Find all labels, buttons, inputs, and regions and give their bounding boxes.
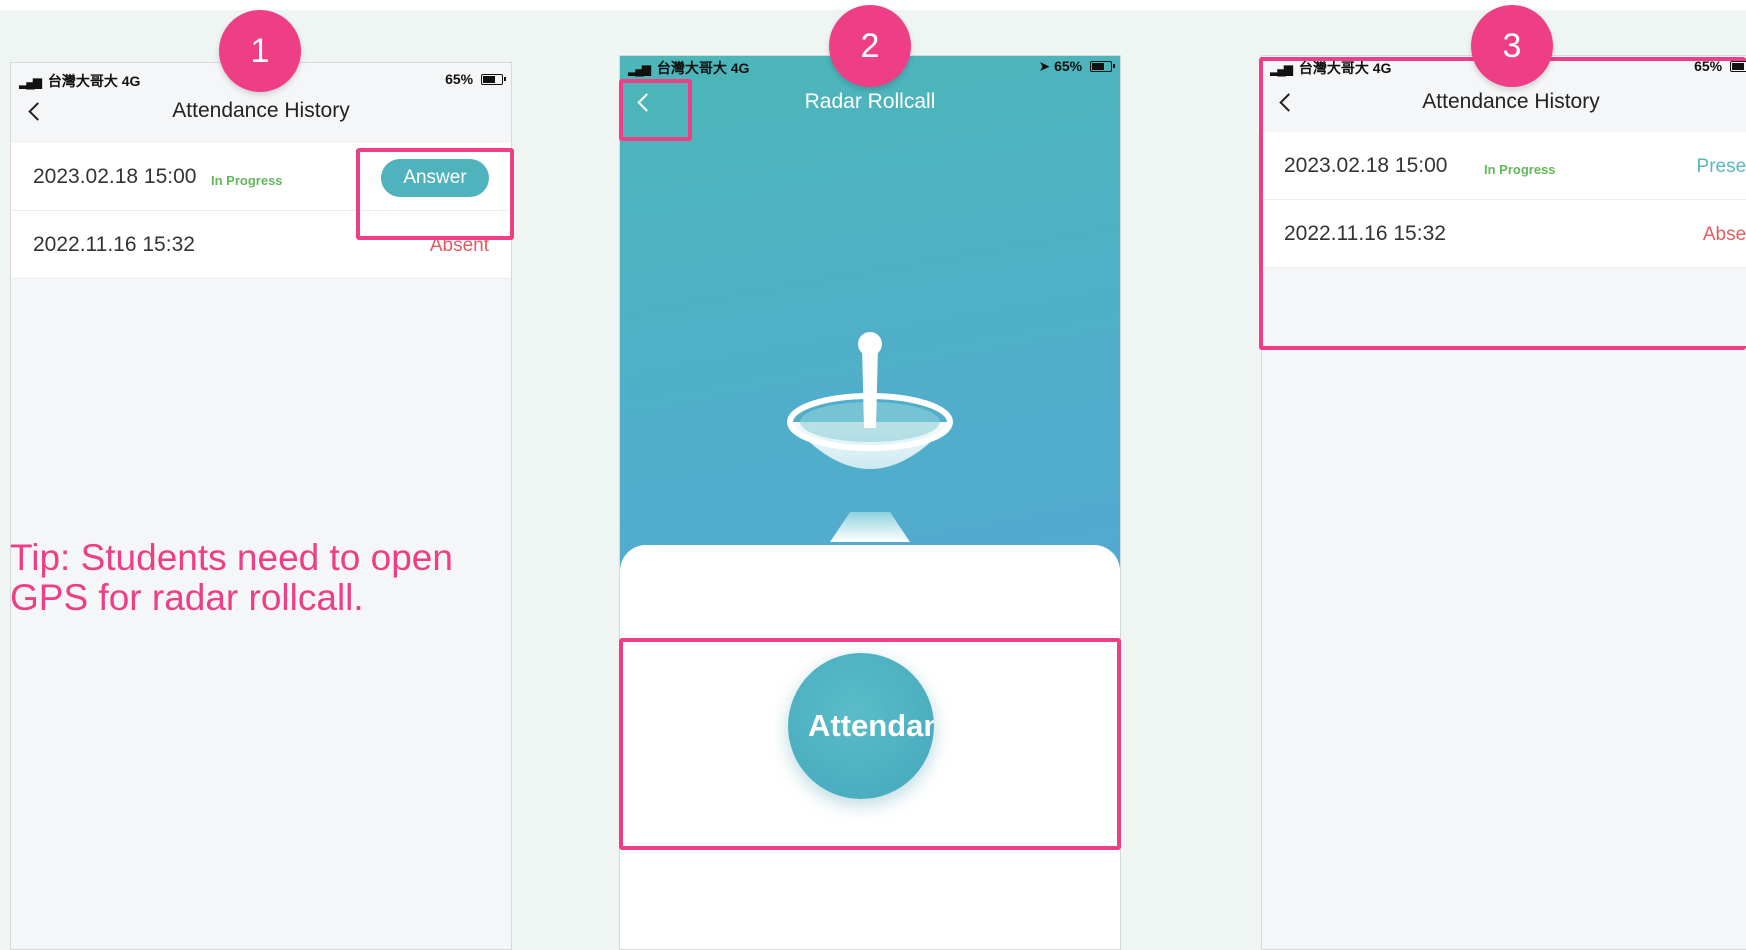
page-title: Radar Rollcall [804,90,936,113]
step-badge-2: 2 [829,5,911,87]
gps-tip: Tip: Students need to open GPS for radar… [10,537,453,618]
battery-icon [1090,61,1115,72]
carrier-name: 台灣大哥大 [656,60,727,76]
battery-level: 65% [1054,58,1083,74]
signal-icon: ▂▄▆ [628,62,651,76]
nav-bar: Attendance History [11,85,511,135]
step-badge-1: 1 [219,10,301,92]
highlight-back [619,79,692,141]
radar-dish-icon [787,332,953,542]
location-icon: ➤ [1038,58,1051,74]
highlight-answer [356,148,514,240]
in-progress-tag: In Progress [211,173,283,188]
highlight-attend [619,638,1121,850]
network-type: 4G [730,60,750,76]
battery-icon [481,74,506,85]
record-date: 2022.11.16 15:32 [33,233,195,256]
highlight-result-list [1259,57,1746,350]
page-title: Attendance History [172,99,350,122]
record-date: 2023.02.18 15:00 [33,165,197,188]
step-badge-3: 3 [1471,5,1553,87]
